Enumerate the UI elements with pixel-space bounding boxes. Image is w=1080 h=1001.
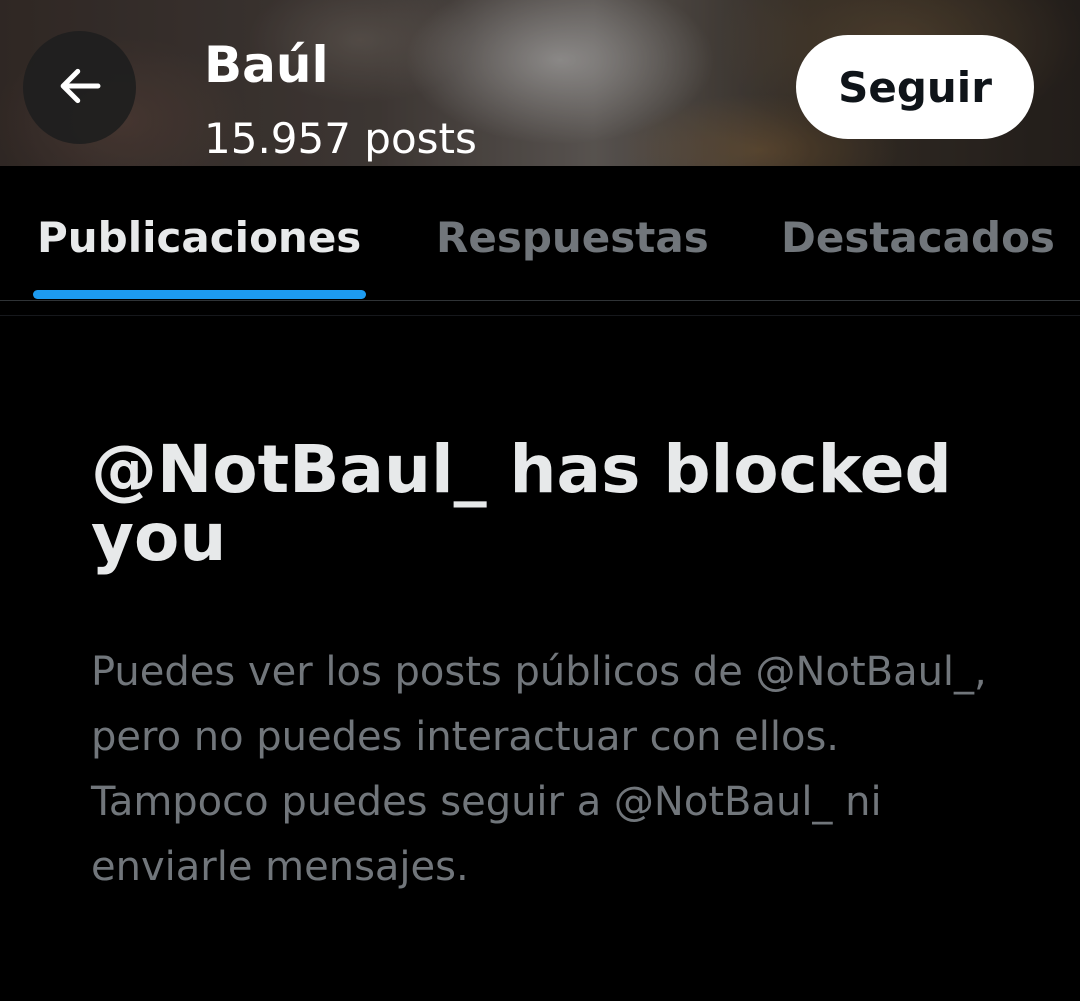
- profile-tabs: Publicaciones Respuestas Destacados: [0, 166, 1080, 300]
- blocked-title: @NotBaul_ has blocked you: [91, 431, 952, 576]
- profile-header: Baúl 15.957 posts Seguir: [0, 0, 1080, 166]
- arrow-left-icon: [53, 59, 107, 117]
- content-divider: [0, 315, 1080, 316]
- tabs-divider: [0, 300, 1080, 301]
- active-tab-indicator: [33, 290, 366, 299]
- back-button[interactable]: [23, 31, 136, 144]
- tab-destacados[interactable]: Destacados: [781, 210, 1055, 266]
- tab-respuestas[interactable]: Respuestas: [436, 210, 709, 266]
- blocked-description: Puedes ver los posts públicos de @NotBau…: [91, 649, 987, 890]
- follow-button[interactable]: Seguir: [796, 35, 1034, 139]
- posts-count: 15.957 posts: [204, 114, 477, 163]
- profile-name: Baúl: [204, 36, 329, 94]
- tab-publicaciones[interactable]: Publicaciones: [37, 210, 361, 266]
